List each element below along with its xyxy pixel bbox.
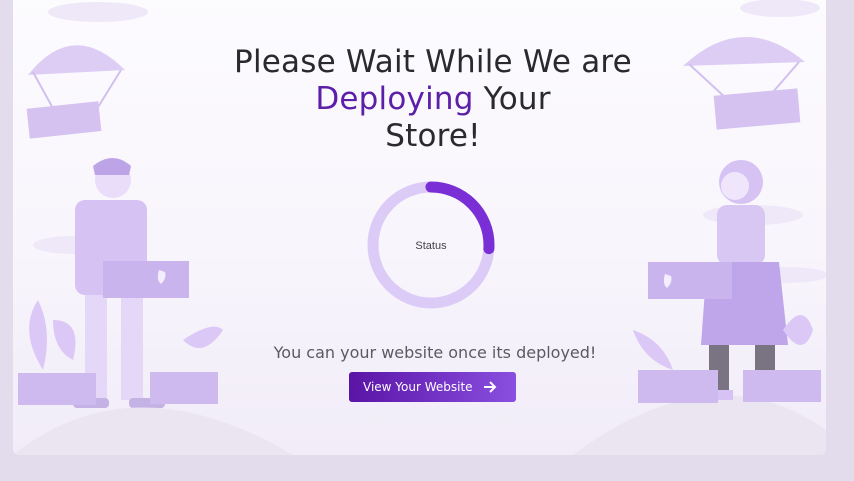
- crate-left-icon: [18, 373, 96, 405]
- title-line-2-rest: Your: [473, 81, 551, 117]
- title-line-2: Deploying Your: [13, 81, 826, 118]
- arrow-right-icon: [484, 381, 497, 393]
- page-title: Please Wait While We are Deploying Your …: [13, 44, 826, 155]
- status-label: Status: [415, 240, 447, 252]
- person-left-icon: [73, 158, 189, 408]
- view-website-label: View Your Website: [363, 380, 473, 394]
- title-line-1: Please Wait While We are: [234, 44, 632, 80]
- view-website-button[interactable]: View Your Website: [349, 372, 516, 402]
- crate-right-icon: [638, 370, 718, 403]
- deploy-message: You can your website once its deployed!: [273, 343, 597, 362]
- title-accent: Deploying: [315, 81, 474, 117]
- title-line-3: Store!: [385, 118, 481, 154]
- deploy-card: Please Wait While We are Deploying Your …: [13, 0, 826, 455]
